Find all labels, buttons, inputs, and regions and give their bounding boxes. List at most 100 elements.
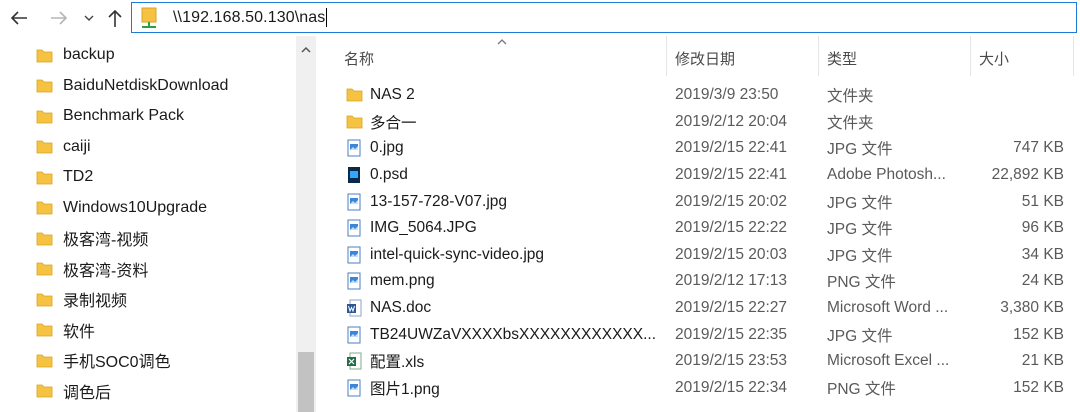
- folder-icon: [36, 47, 53, 64]
- file-name-cell: intel-quick-sync-video.jpg: [346, 242, 676, 269]
- file-name: 图片1.png: [370, 380, 440, 398]
- column-divider[interactable]: [666, 36, 667, 76]
- back-button[interactable]: [6, 6, 32, 30]
- file-date: 2019/2/15 23:53: [675, 352, 788, 370]
- nav-folder-label: 调色后: [63, 384, 112, 402]
- file-name-cell: 多合一: [346, 109, 676, 136]
- folder-icon: [346, 113, 363, 131]
- file-name-cell: NAS 2: [346, 82, 676, 109]
- file-size: 96 KB: [1021, 219, 1064, 237]
- file-row[interactable]: 13-157-728-V07.jpg 2019/2/15 20:02 JPG 文件 5…: [318, 188, 1080, 215]
- nav-folder-label: 极客湾-视频: [63, 232, 149, 249]
- file-row[interactable]: mem.png 2019/2/12 17:13 PNG 文件 24 KB: [318, 268, 1080, 295]
- nav-folder-label: 录制视频: [63, 293, 128, 310]
- column-header-size[interactable]: 大小: [979, 36, 1069, 80]
- navigation-pane: backup BaiduNetdiskDownload Benchmark Pack…: [0, 36, 316, 412]
- scrollbar-thumb[interactable]: [298, 352, 314, 412]
- folder-icon: [36, 108, 53, 125]
- folder-icon: [36, 260, 53, 277]
- folder-icon: [36, 291, 53, 308]
- file-size: 747 KB: [1013, 139, 1064, 157]
- word-file-icon: [346, 299, 362, 317]
- folder-icon: [36, 352, 53, 369]
- file-name: 13-157-728-V07.jpg: [370, 192, 508, 210]
- nav-folder-item[interactable]: 录制视频: [36, 284, 127, 314]
- file-row[interactable]: 图片1.png 2019/2/15 22:34 PNG 文件 152 KB: [318, 375, 1080, 402]
- folder-icon: [36, 382, 53, 399]
- address-bar[interactable]: \\192.168.50.130\nas: [131, 2, 1077, 33]
- file-size: 3,380 KB: [1000, 299, 1064, 317]
- file-size: [968, 82, 1064, 109]
- nav-folder-item[interactable]: Windows10Upgrade: [36, 193, 207, 223]
- column-divider[interactable]: [818, 36, 819, 76]
- folder-icon: [36, 199, 53, 216]
- nav-folder-item[interactable]: 极客湾-视频: [36, 223, 148, 253]
- file-date: 2019/2/15 22:41: [675, 139, 788, 157]
- recent-locations-button[interactable]: [80, 6, 98, 30]
- file-name-cell: TB24UWZaVXXXXbsXXXXXXXXXXXX...: [346, 321, 676, 348]
- nav-folder-label: 手机SOC0调色: [63, 354, 171, 371]
- file-row[interactable]: 0.psd 2019/2/15 22:41 Adobe Photosh... 22,8…: [318, 162, 1080, 189]
- nav-folder-item[interactable]: 软件: [36, 315, 95, 345]
- file-date: 2019/2/15 20:03: [675, 245, 788, 263]
- address-path: \\192.168.50.130\nas: [173, 8, 326, 26]
- nav-folder-item[interactable]: 极客湾-资料: [36, 254, 148, 284]
- column-divider[interactable]: [970, 36, 971, 76]
- nav-folder-item[interactable]: 手机SOC0调色: [36, 345, 171, 375]
- file-name-cell: 13-157-728-V07.jpg: [346, 188, 676, 215]
- file-row[interactable]: TB24UWZaVXXXXbsXXXXXXXXXXXX... 2019/2/15 …: [318, 321, 1080, 348]
- file-name: 配置.xls: [370, 354, 425, 372]
- file-date: 2019/2/15 20:02: [675, 192, 788, 210]
- nav-folder-item[interactable]: 调色后: [36, 376, 111, 406]
- image-file-icon: [346, 379, 362, 397]
- column-header-date-label: 修改日期: [675, 50, 736, 68]
- file-date: 2019/2/15 22:22: [675, 219, 788, 237]
- nav-folder-item[interactable]: backup: [36, 40, 115, 70]
- nav-folder-item[interactable]: BaiduNetdiskDownload: [36, 71, 228, 101]
- file-size: 152 KB: [1013, 378, 1064, 396]
- file-name: 多合一: [370, 114, 417, 132]
- text-caret: [326, 8, 328, 27]
- file-row[interactable]: 配置.xls 2019/2/15 23:53 Microsoft Excel ...…: [318, 348, 1080, 375]
- image-file-icon: [346, 326, 362, 344]
- nav-folder-item[interactable]: caiji: [36, 132, 91, 162]
- file-type: PNG 文件: [827, 380, 896, 398]
- file-type: JPG 文件: [827, 327, 893, 345]
- column-header-name[interactable]: 名称: [344, 36, 664, 80]
- file-row[interactable]: 0.jpg 2019/2/15 22:41 JPG 文件 747 KB: [318, 135, 1080, 162]
- file-row[interactable]: 多合一 2019/2/12 20:04 文件夹: [318, 109, 1080, 136]
- navigation-scrollbar[interactable]: [296, 36, 316, 412]
- up-button[interactable]: [102, 6, 128, 30]
- file-row[interactable]: intel-quick-sync-video.jpg 2019/2/15 20:0…: [318, 242, 1080, 269]
- nav-folder-item[interactable]: Benchmark Pack: [36, 101, 184, 131]
- folder-icon: [346, 86, 363, 104]
- column-header-type[interactable]: 类型: [827, 36, 967, 80]
- file-type: JPG 文件: [827, 141, 893, 159]
- folder-icon: [36, 169, 53, 186]
- file-size: 22,892 KB: [991, 166, 1064, 184]
- file-name: mem.png: [370, 272, 435, 290]
- column-header-name-label: 名称: [344, 50, 375, 68]
- file-name: IMG_5064.JPG: [370, 219, 477, 237]
- file-row[interactable]: NAS 2 2019/3/9 23:50 文件夹: [318, 82, 1080, 109]
- file-row[interactable]: IMG_5064.JPG 2019/2/15 22:22 JPG 文件 96 KB: [318, 215, 1080, 242]
- address-toolbar: \\192.168.50.130\nas: [0, 0, 1080, 36]
- column-divider[interactable]: [1073, 36, 1074, 76]
- file-list: 名称 修改日期 类型 大小 NAS 2 2019/3/9 23:50 文件夹 多合一 2…: [318, 36, 1080, 412]
- file-date: 2019/2/15 22:41: [675, 166, 788, 184]
- file-name-cell: IMG_5064.JPG: [346, 215, 676, 242]
- nav-folder-label: TD2: [63, 168, 94, 185]
- file-date: 2019/2/15 22:35: [675, 325, 788, 343]
- forward-button[interactable]: [46, 6, 72, 30]
- scroll-up-button[interactable]: [296, 40, 316, 60]
- folder-icon: [36, 321, 53, 338]
- network-folder-icon: [139, 6, 161, 30]
- column-header-date[interactable]: 修改日期: [675, 36, 815, 80]
- nav-folder-item[interactable]: TD2: [36, 162, 93, 192]
- back-arrow-icon: [10, 11, 27, 25]
- nav-folder-label: Benchmark Pack: [63, 107, 184, 124]
- file-row[interactable]: NAS.doc 2019/2/15 22:27 Microsoft Word ...…: [318, 295, 1080, 322]
- file-type: JPG 文件: [827, 221, 893, 239]
- up-arrow-icon: [108, 9, 122, 27]
- file-name-cell: mem.png: [346, 268, 676, 295]
